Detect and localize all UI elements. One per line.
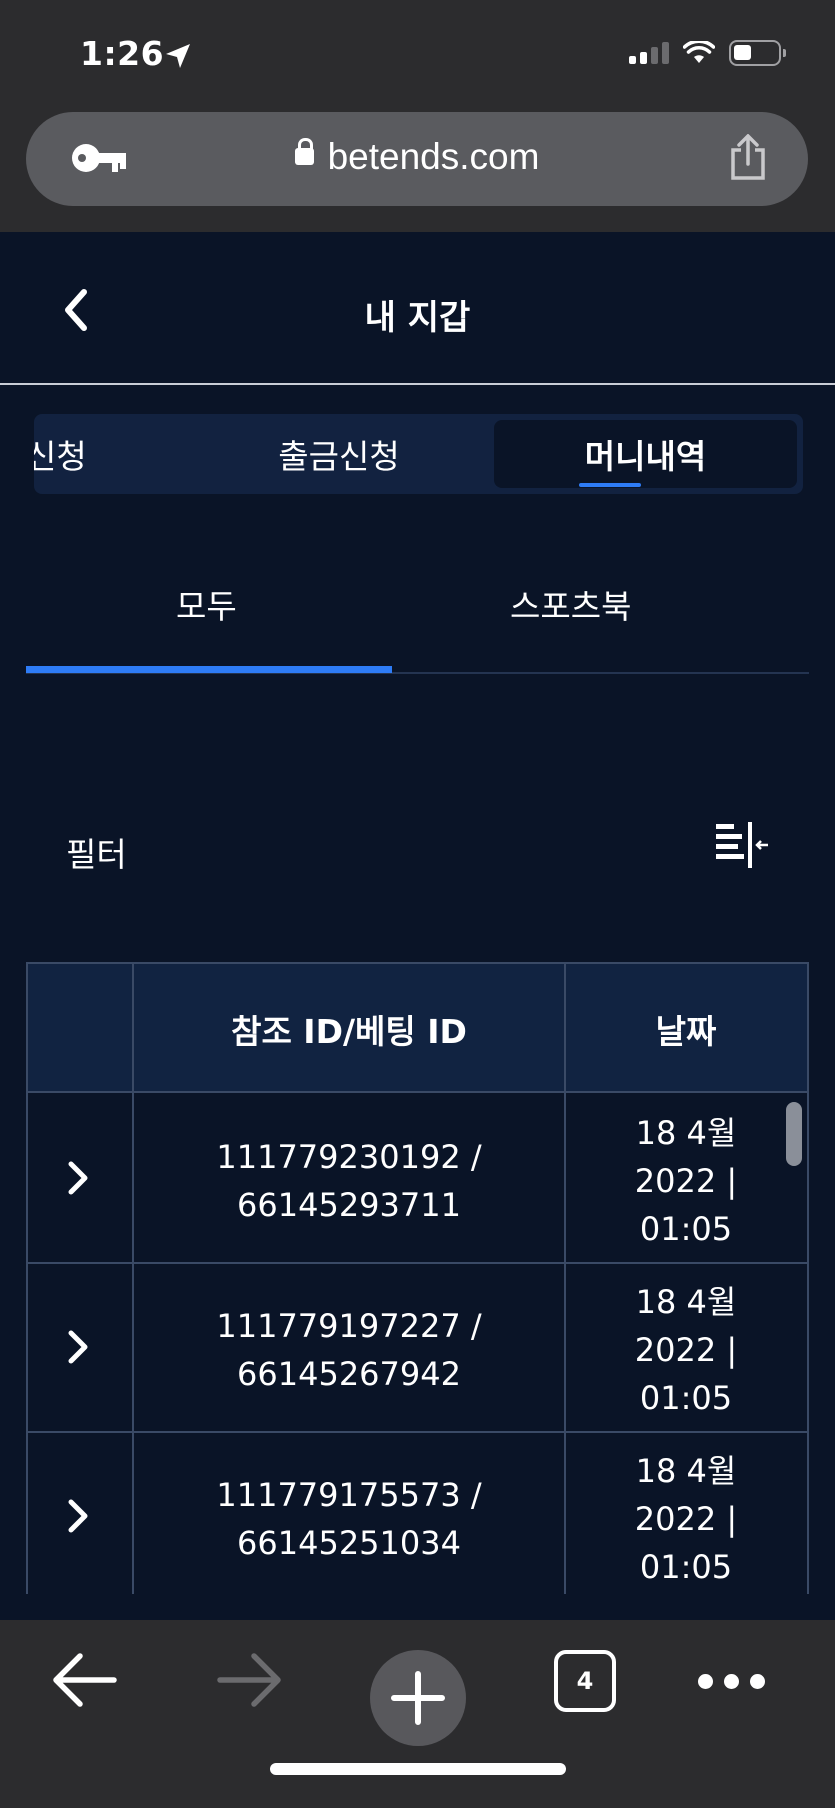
app-header: 내 지갑 — [0, 232, 835, 385]
subtab-active-indicator — [26, 666, 392, 673]
chevron-right-icon[interactable] — [64, 1159, 92, 1197]
column-divider — [132, 964, 134, 1594]
date-day-month: 18 4월 — [635, 1452, 737, 1490]
home-indicator — [270, 1763, 566, 1775]
browser-toolbar: 4 — [0, 1620, 835, 1808]
share-icon[interactable] — [728, 134, 768, 182]
date-year: 2022 | — [634, 1331, 738, 1369]
table-scrollbar[interactable] — [786, 1102, 802, 1166]
date-cell: 18 4월 2022 | 01:05 — [566, 1447, 806, 1591]
date-time: 01:05 — [639, 1379, 733, 1417]
cellular-signal-icon — [629, 42, 669, 64]
subtab-sportsbook[interactable]: 스포츠북 — [510, 580, 631, 628]
status-time: 1:26 — [80, 34, 165, 73]
reference-id: 111779175573 / 66145251034 — [134, 1471, 564, 1567]
bet-id-line: 66145267942 — [237, 1355, 461, 1393]
browser-top-bar: 1:26 betends.com — [0, 0, 835, 232]
tabs-button[interactable]: 4 — [554, 1650, 616, 1712]
table-row[interactable]: 111779197227 / 66145267942 18 4월 2022 | … — [28, 1264, 807, 1433]
date-time: 01:05 — [639, 1210, 733, 1248]
date-year: 2022 | — [634, 1500, 738, 1538]
transaction-table: 참조 ID/베팅 ID 날짜 111779230192 / 6614529371… — [26, 962, 809, 1594]
url-text: betends.com — [327, 136, 540, 177]
date-cell: 18 4월 2022 | 01:05 — [566, 1109, 806, 1253]
battery-icon — [729, 40, 786, 66]
table-row[interactable]: 111779230192 / 66145293711 18 4월 2022 | … — [28, 1095, 807, 1264]
wifi-icon — [683, 41, 715, 63]
date-day-month: 18 4월 — [635, 1283, 737, 1321]
page-title: 내 지갑 — [364, 298, 471, 338]
subtab-all[interactable]: 모두 — [176, 580, 237, 628]
column-divider — [564, 964, 566, 1594]
arrow-left-icon[interactable] — [50, 1650, 118, 1710]
address-bar[interactable]: betends.com — [26, 112, 808, 206]
reference-id-line: 111779197227 / — [216, 1307, 482, 1345]
reference-id-line: 111779175573 / — [216, 1476, 482, 1514]
chevron-right-icon[interactable] — [64, 1497, 92, 1535]
wallet-tabs: 신청 출금신청 머니내역 — [34, 414, 803, 494]
date-day-month: 18 4월 — [635, 1114, 737, 1152]
tab-money-history[interactable]: 머니내역 — [494, 420, 797, 488]
more-dots-icon[interactable] — [698, 1674, 765, 1689]
active-tab-indicator — [579, 483, 641, 487]
arrow-right-icon[interactable] — [216, 1650, 284, 1710]
reference-id-line: 111779230192 / — [216, 1138, 482, 1176]
filter-collapse-icon[interactable] — [714, 822, 770, 868]
filter-label[interactable]: 필터 — [66, 828, 127, 876]
reference-id: 111779230192 / 66145293711 — [134, 1133, 564, 1229]
bet-id-line: 66145251034 — [237, 1524, 461, 1562]
table-row[interactable]: 111779175573 / 66145251034 18 4월 2022 | … — [28, 1433, 807, 1594]
date-cell: 18 4월 2022 | 01:05 — [566, 1278, 806, 1422]
date-year: 2022 | — [634, 1162, 738, 1200]
location-arrow-icon — [166, 44, 190, 68]
bet-id-line: 66145293711 — [237, 1186, 461, 1224]
column-header-expand — [28, 964, 132, 1093]
date-time: 01:05 — [639, 1548, 733, 1586]
new-tab-button[interactable] — [370, 1650, 466, 1746]
chevron-right-icon[interactable] — [64, 1328, 92, 1366]
lock-icon — [294, 137, 314, 165]
column-header-date: 날짜 — [655, 1011, 717, 1051]
reference-id: 111779197227 / 66145267942 — [134, 1302, 564, 1398]
url-display[interactable]: betends.com — [26, 136, 808, 178]
tab-deposit-request[interactable]: 신청 — [34, 414, 96, 494]
plus-icon — [391, 1671, 445, 1725]
column-header-reference-id: 참조 ID/베팅 ID — [231, 1011, 467, 1051]
table-header: 참조 ID/베팅 ID 날짜 — [28, 964, 807, 1093]
tab-withdraw-request[interactable]: 출금신청 — [214, 414, 464, 494]
